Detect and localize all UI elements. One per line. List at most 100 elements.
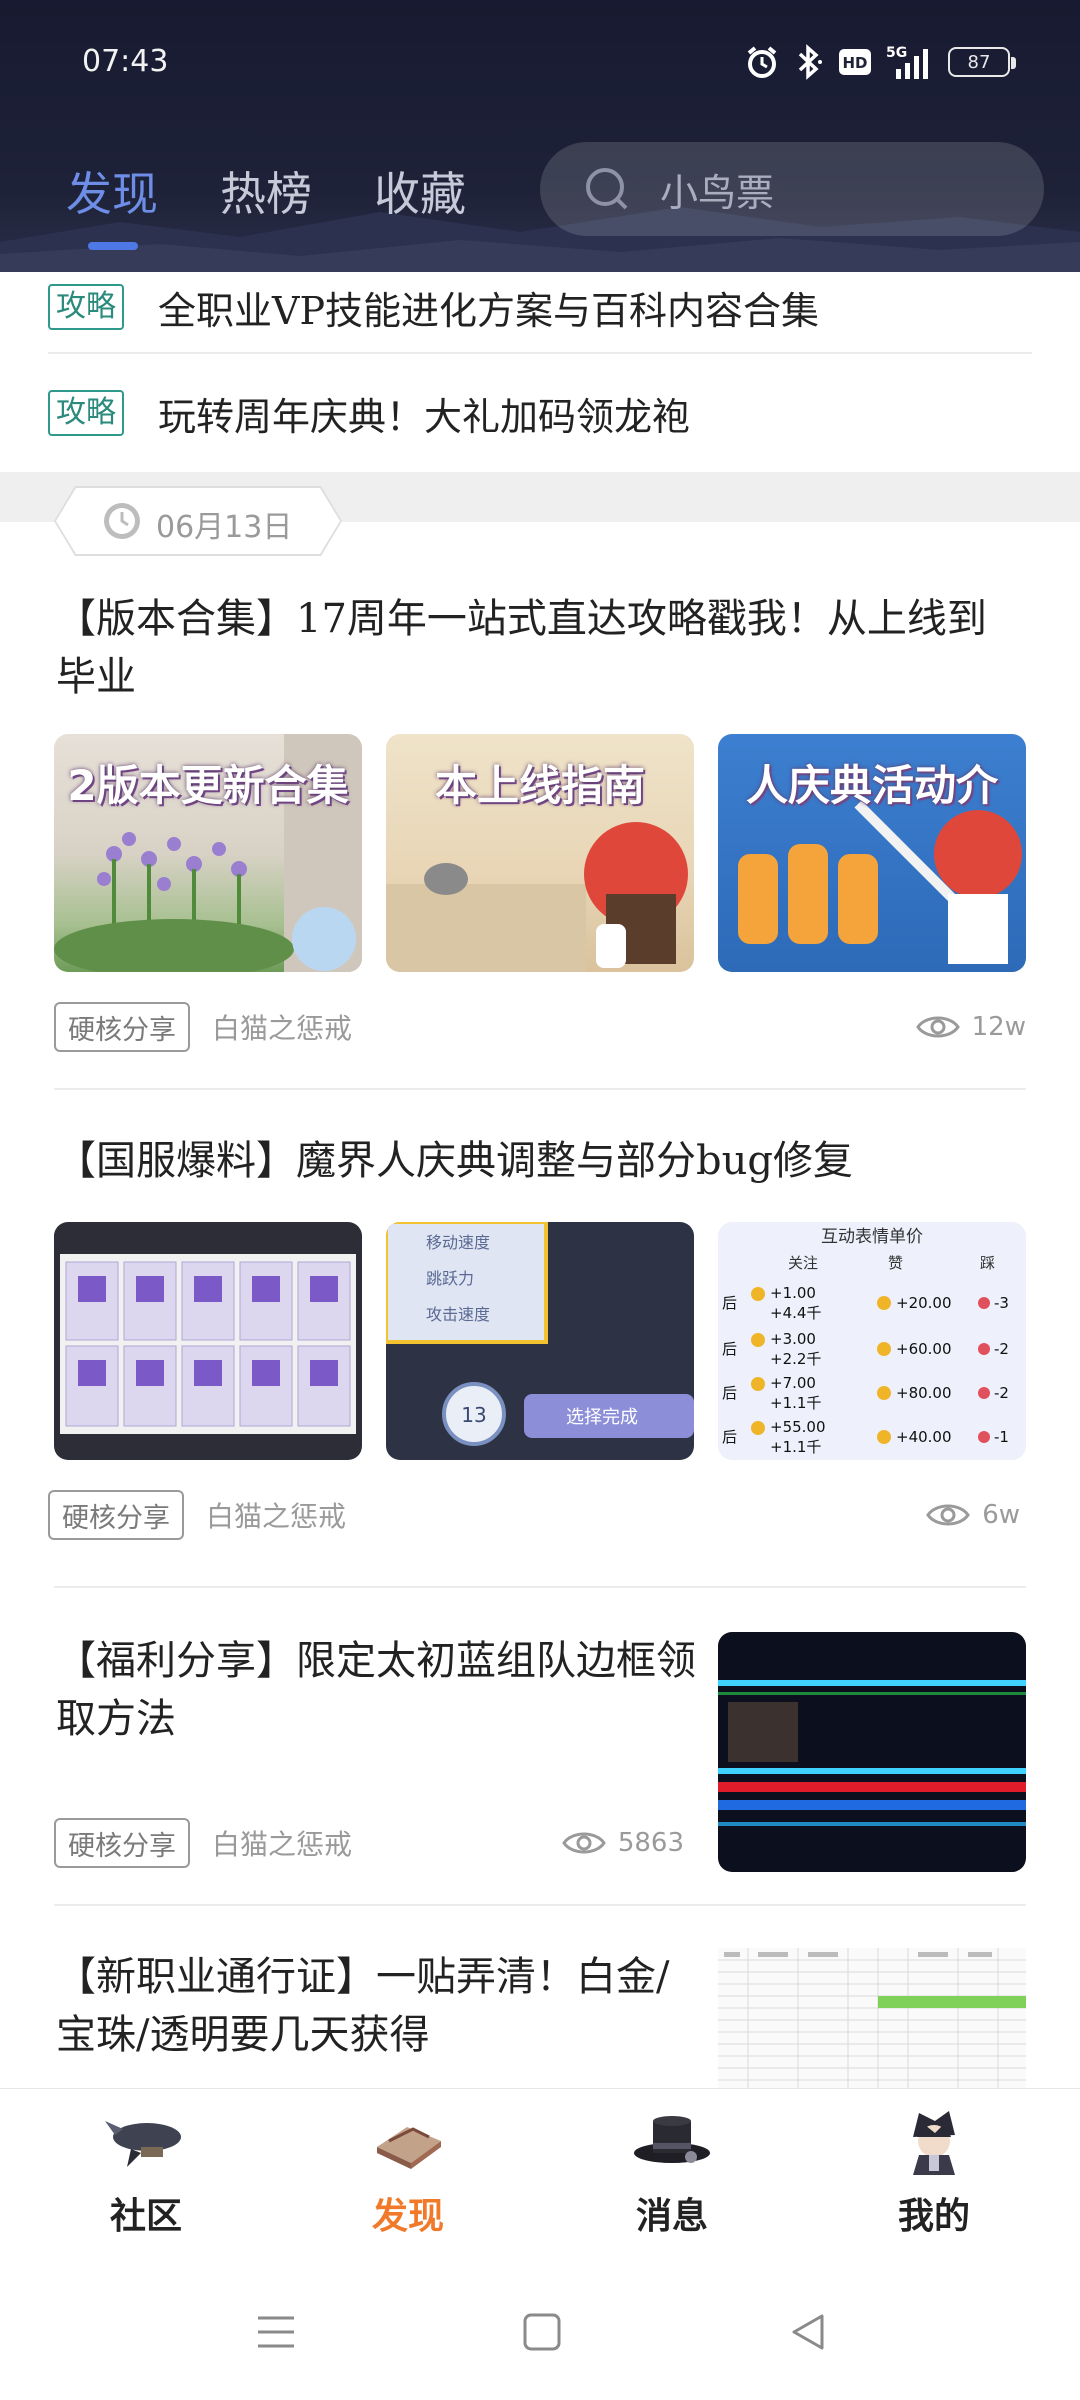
status-time: 07:43 [82,44,169,79]
top-hat-icon [634,2116,710,2163]
row-side: 后 [722,1340,737,1358]
post-thumbnail[interactable] [718,1632,1026,1872]
post-thumbnail[interactable]: 2版本更新合集 [54,734,362,972]
thumbnail-caption: 本上线指南 [434,761,645,810]
thumb-label-jump: 跳跃力 [426,1269,474,1288]
guide-title: 玩转周年庆典！大礼加码领龙袍 [158,394,691,439]
bluetooth-icon [794,42,824,82]
search-icon [586,168,628,210]
category-tag[interactable]: 硬核分享 [54,1002,190,1052]
view-count-value: 5863 [617,1828,684,1858]
row-dislike: -1 [994,1428,1009,1446]
guide-title: 全职业VP技能进化方案与百科内容合集 [158,288,820,333]
nav-discover[interactable]: 发现 [328,2107,488,2239]
battery-icon: 87 [948,42,1016,82]
view-count: 12w [915,1012,1026,1042]
category-tag[interactable]: 硬核分享 [48,1490,184,1540]
post-thumbnail[interactable]: 互动表情单价 关注 赞 踩 后 +1.00 +4.4千 +20.00 -3 后 … [718,1222,1026,1460]
network-type-text: 5G [886,45,907,61]
table-head-like: 赞 [888,1254,903,1272]
row-like: +20.00 [896,1294,952,1312]
top-tabs: 发现 热榜 收藏 [66,158,528,250]
table-head-follow: 关注 [788,1254,818,1272]
thumbnail-caption: 2版本更新合集 [67,761,349,810]
hd-text: HD [842,54,867,72]
nav-community[interactable]: 社区 [66,2107,226,2239]
date-badge: 06月13日 [56,488,340,554]
tab-favorites[interactable]: 收藏 [374,158,466,242]
post-title[interactable]: 【福利分享】限定太初蓝组队边框领取方法 [56,1632,696,1748]
status-icons: HD 5G 87 [744,40,1016,84]
nav-messages[interactable]: 消息 [592,2107,752,2239]
category-tag[interactable]: 硬核分享 [54,1818,190,1868]
speed-settings-illustration: 移动速度 跳跃力 攻击速度 13 选择完成 [386,1222,694,1446]
skill-grid-illustration [60,1254,356,1434]
post-thumbnail[interactable]: 人庆典活动介 [718,734,1026,972]
post-thumbnail[interactable]: 移动速度 跳跃力 攻击速度 13 选择完成 [386,1222,694,1460]
home-icon[interactable] [522,2312,562,2352]
tab-discover[interactable]: 发现 [66,158,158,250]
guide-item[interactable]: 攻略 玩转周年庆典！大礼加码领龙袍 [48,354,1032,472]
post-title[interactable]: 【版本合集】17周年一站式直达攻略戳我！从上线到毕业 [56,590,1016,706]
author-name[interactable]: 白猫之惩戒 [206,1495,346,1535]
battery-level: 87 [948,47,1016,77]
back-icon[interactable] [788,2312,828,2352]
author-name[interactable]: 白猫之惩戒 [212,1823,352,1863]
row-follow: +55.00 [770,1418,826,1436]
nav-label: 消息 [635,2195,708,2237]
clock-icon [104,503,140,539]
row-dislike: -2 [994,1384,1009,1402]
hd-icon: HD [838,42,872,82]
row-dislike: -2 [994,1340,1009,1358]
search-placeholder: 小鸟票 [660,170,775,215]
view-count-value: 12w [971,1012,1026,1042]
alarm-icon [744,42,780,82]
post-title[interactable]: 【新职业通行证】一贴弄清！白金/宝珠/透明要几天获得 [56,1948,696,2064]
nav-label: 我的 [897,2195,970,2237]
menu-icon[interactable] [256,2312,296,2352]
search-bar[interactable]: 小鸟票 [540,142,1044,236]
team-frame-illustration [718,1680,1026,1826]
author-name[interactable]: 白猫之惩戒 [212,1007,352,1047]
eye-icon [915,1016,960,1038]
view-count: 5863 [562,1828,684,1858]
thumb-label-attack: 攻击速度 [426,1305,490,1324]
divider [54,1904,1026,1906]
thumb-label-speed: 移动速度 [426,1233,490,1252]
airship-icon [105,2121,181,2167]
guide-tag: 攻略 [48,284,124,330]
price-table-illustration: 互动表情单价 关注 赞 踩 后 +1.00 +4.4千 +20.00 -3 后 … [722,1227,1009,1456]
row-fans: +1.1千 [770,1394,821,1412]
system-navigation-bar [0,2268,1080,2400]
select-done-label: 选择完成 [566,1407,638,1428]
row-dislike: -3 [994,1294,1009,1312]
post-meta: 硬核分享 白猫之惩戒 5863 [54,1818,684,1868]
divider [54,1586,1026,1588]
view-count-value: 6w [982,1500,1020,1530]
nav-label: 发现 [371,2195,444,2237]
post-meta: 硬核分享 白猫之惩戒 6w [48,1490,1020,1540]
row-side: 后 [722,1428,737,1446]
post-thumbnail[interactable]: 本上线指南 [386,734,694,972]
signal-5g-icon: 5G [886,42,934,82]
top-header: 07:43 HD 5G 87 发现 热榜 收藏 小鸟票 [0,0,1080,272]
row-follow: +7.00 [770,1374,816,1392]
nav-profile[interactable]: 我的 [854,2107,1014,2239]
table-title: 互动表情单价 [821,1227,923,1247]
row-fans: +2.2千 [770,1350,821,1368]
timer-value: 13 [461,1403,486,1427]
post-title[interactable]: 【国服爆料】魔界人庆典调整与部分bug修复 [56,1132,1016,1190]
row-side: 后 [722,1384,737,1402]
tab-hot-list[interactable]: 热榜 [220,158,312,242]
row-follow: +1.00 [770,1284,816,1302]
eye-icon [926,1504,970,1526]
book-icon [377,2127,441,2169]
nav-label: 社区 [109,2195,182,2237]
discover-feed[interactable]: 攻略 全职业VP技能进化方案与百科内容合集 攻略 玩转周年庆典！大礼加码领龙袍 … [0,272,1080,2088]
post-thumbnail[interactable] [54,1222,362,1460]
row-like: +60.00 [896,1340,952,1358]
row-side: 后 [722,1294,737,1312]
spreadsheet-illustration [718,1948,1026,2088]
post-thumbnail[interactable] [718,1948,1026,2088]
bottom-navigation: 社区 发现 消息 我的 [0,2088,1080,2268]
